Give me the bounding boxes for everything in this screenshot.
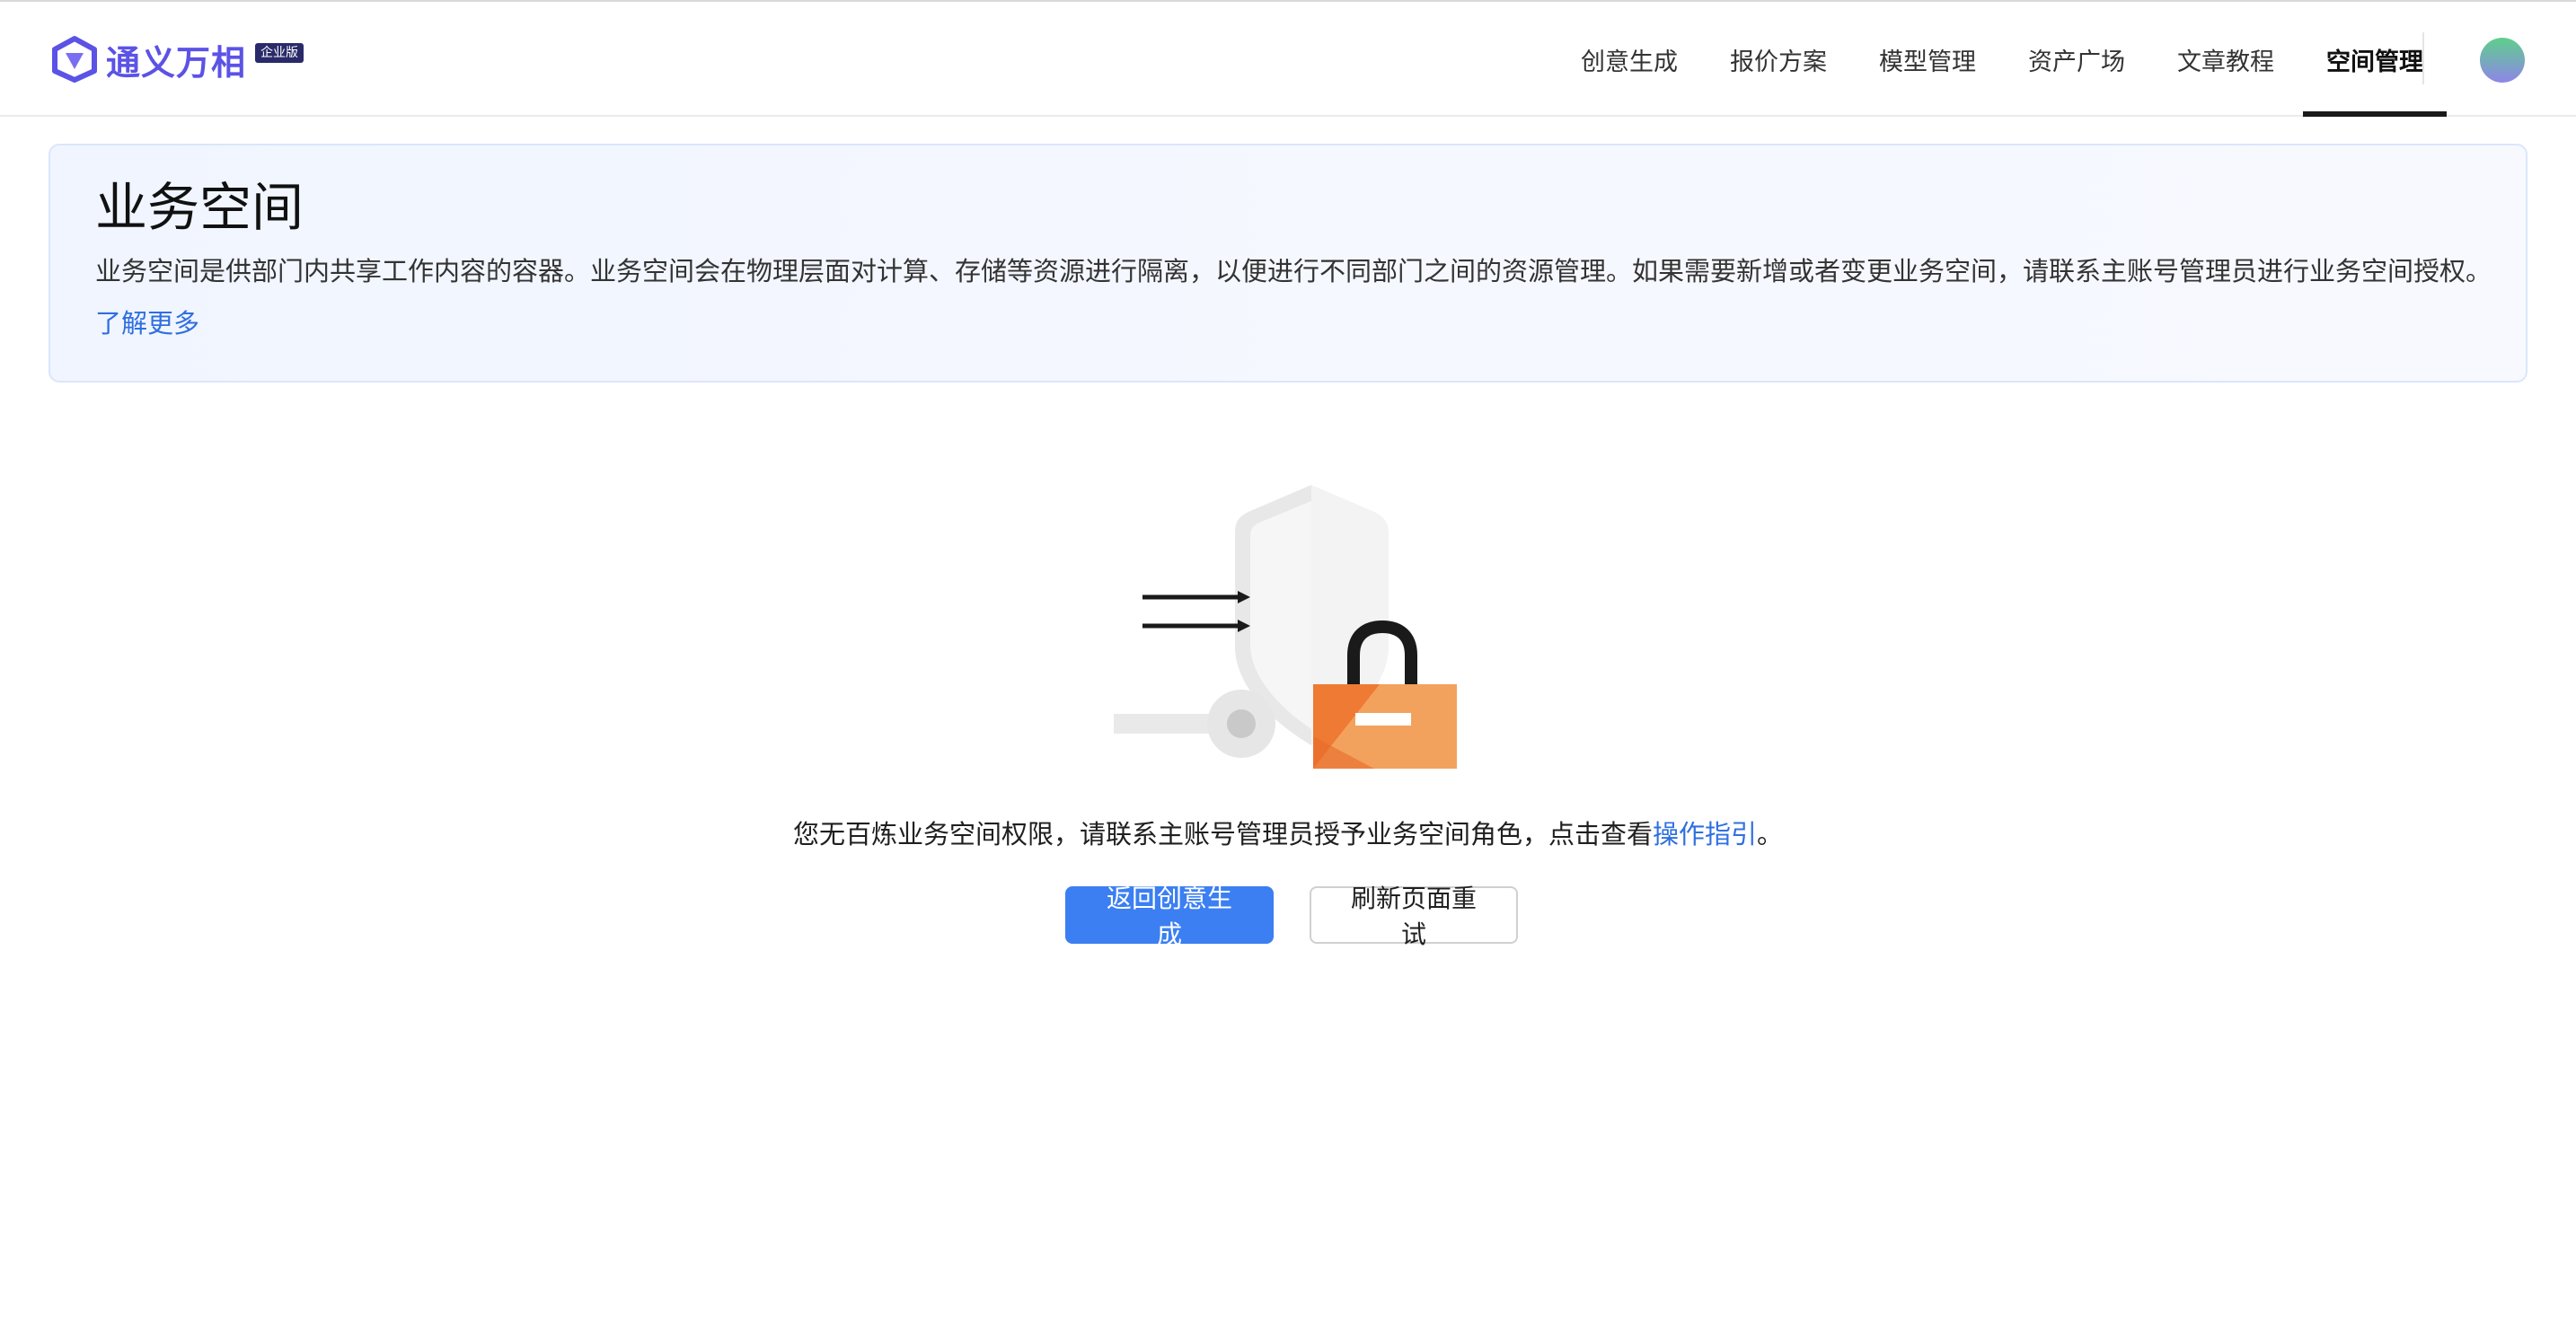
page-title: 业务空间 <box>95 177 304 238</box>
app-logo[interactable]: 通义万相 企业版 <box>50 34 304 84</box>
nav-item-pricing[interactable]: 报价方案 <box>1730 2 1827 117</box>
nav-item-tutorials[interactable]: 文章教程 <box>2177 2 2274 117</box>
logo-text: 通义万相 <box>106 42 247 83</box>
page-description: 业务空间是供部门内共享工作内容的容器。业务空间会在物理层面对计算、存储等资源进行… <box>95 256 2492 286</box>
message-suffix: 。 <box>1757 819 1784 849</box>
nav-item-models[interactable]: 模型管理 <box>1879 2 1976 117</box>
main-nav: 创意生成 报价方案 模型管理 资产广场 文章教程 空间管理 <box>1529 2 2447 117</box>
nav-divider <box>2422 32 2424 84</box>
arrow-lines <box>1142 591 1250 632</box>
nav-item-space-management[interactable]: 空间管理 <box>2303 2 2447 117</box>
shield-lock-illustration <box>1114 485 1457 769</box>
edition-badge: 企业版 <box>255 43 304 63</box>
avatar[interactable] <box>2480 38 2525 83</box>
info-banner: 业务空间 业务空间是供部门内共享工作内容的容器。业务空间会在物理层面对计算、存储… <box>49 144 2527 383</box>
top-header: 通义万相 企业版 创意生成 报价方案 模型管理 资产广场 文章教程 空间管理 <box>0 0 2576 117</box>
action-buttons: 返回创意生成 刷新页面重试 <box>0 884 2576 949</box>
message-text: 您无百炼业务空间权限，请联系主账号管理员授予业务空间角色，点击查看 <box>792 819 1653 849</box>
nav-item-creative[interactable]: 创意生成 <box>1581 2 1678 117</box>
back-to-creative-button[interactable]: 返回创意生成 <box>1065 884 1274 949</box>
learn-more-link[interactable]: 了解更多 <box>95 305 199 341</box>
nav-item-assets[interactable]: 资产广场 <box>2028 2 2125 117</box>
operation-guide-link[interactable]: 操作指引 <box>1653 819 1757 849</box>
no-permission-message: 您无百炼业务空间权限，请联系主账号管理员授予业务空间角色，点击查看操作指引。 <box>0 813 2576 856</box>
lock-keyhole <box>1355 713 1411 726</box>
refresh-retry-button[interactable]: 刷新页面重试 <box>1310 884 1518 949</box>
tongyi-logo-icon <box>52 36 97 83</box>
